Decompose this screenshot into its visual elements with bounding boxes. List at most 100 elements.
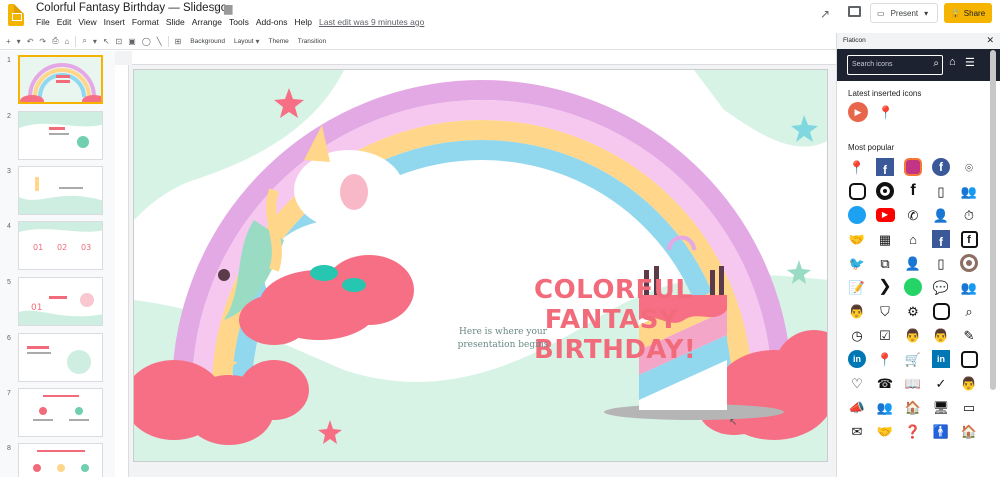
document-title[interactable]: Colorful Fantasy Birthday — Slidesgo [36, 2, 227, 14]
instagram-icon[interactable] [875, 181, 895, 201]
panel-scrollbar[interactable] [990, 50, 996, 390]
slide-thumbnail-4[interactable]: 01 02 03 [18, 221, 103, 270]
zoom-dropdown-icon[interactable]: ▾ [93, 37, 97, 46]
chat-icon[interactable]: 💬 [931, 277, 951, 297]
smartphone-icon[interactable]: ▯ [931, 181, 951, 201]
youtube-icon[interactable]: ▶ [875, 205, 895, 225]
slide-thumbnail-3[interactable] [18, 166, 103, 215]
search-icon[interactable]: ⌕ [933, 58, 939, 69]
monitor-icon[interactable]: 🖥 [931, 397, 951, 417]
man-icon[interactable]: 👨 [959, 373, 979, 393]
instagram-icon[interactable] [959, 349, 979, 369]
question-icon[interactable]: ❓ [903, 421, 923, 441]
syringe-icon[interactable]: ✎ [959, 325, 979, 345]
team-icon[interactable]: 👥 [875, 397, 895, 417]
linkedin-icon[interactable]: in [931, 349, 951, 369]
mail-icon[interactable]: ✉ [847, 421, 867, 441]
home-icon[interactable]: ⌂ [949, 56, 956, 68]
facebook-icon[interactable]: f [903, 181, 923, 201]
person-icon[interactable]: 🚹 [931, 421, 951, 441]
instagram-icon[interactable] [903, 157, 923, 177]
instagram-icon[interactable] [959, 253, 979, 273]
user-icon[interactable]: 👤 [931, 205, 951, 225]
print-icon[interactable]: ⎙ [52, 36, 58, 46]
location-icon[interactable]: ⌾ [959, 157, 979, 177]
comment-icon[interactable] [848, 6, 861, 17]
checklist-icon[interactable]: ☑ [875, 325, 895, 345]
layout-dropdown-icon[interactable]: ▾ [256, 37, 260, 46]
folder-icon[interactable]: ▆ [224, 2, 232, 15]
slide-subtitle[interactable]: Here is where your presentation begins [433, 326, 573, 352]
new-comment-icon[interactable]: ⊞ [175, 37, 182, 46]
facebook-icon[interactable]: f [931, 157, 951, 177]
menu-help[interactable]: Help [295, 17, 312, 27]
menu-view[interactable]: View [78, 17, 96, 27]
redo-icon[interactable]: ↷ [39, 37, 46, 46]
check-icon[interactable]: ✓ [931, 373, 951, 393]
star-icon[interactable]: ☆ [210, 2, 220, 15]
image-icon[interactable]: ▣ [128, 37, 136, 46]
heart-icon[interactable]: ♡ [847, 373, 867, 393]
close-icon[interactable]: ✕ [986, 35, 994, 46]
megaphone-icon[interactable]: 📣 [847, 397, 867, 417]
map-pin-icon[interactable]: 📍 [847, 157, 867, 177]
group-icon[interactable]: 👥 [959, 181, 979, 201]
slides-logo-icon[interactable] [8, 4, 24, 26]
menu-tools[interactable]: Tools [229, 17, 249, 27]
menu-edit[interactable]: Edit [57, 17, 72, 27]
home-icon[interactable]: ⌂ [903, 229, 923, 249]
contract-icon[interactable]: 📝 [847, 277, 867, 297]
telephone-icon[interactable]: ☎ [875, 373, 895, 393]
dropdown-icon[interactable]: ▾ [17, 37, 21, 46]
background-button[interactable]: Background [190, 38, 225, 45]
layout-button[interactable]: Layout [234, 38, 254, 45]
house-icon[interactable]: 🏠 [959, 421, 979, 441]
menu-arrange[interactable]: Arrange [192, 17, 222, 27]
phone-icon[interactable]: ✆ [903, 205, 923, 225]
menu-format[interactable]: Format [132, 17, 159, 27]
zoom-icon[interactable]: ⌕ [82, 36, 86, 46]
house-icon[interactable]: 🏠 [903, 397, 923, 417]
filter-icon[interactable]: ☰ [965, 56, 975, 69]
transition-button[interactable]: Transition [298, 38, 326, 45]
teamwork-icon[interactable]: 👨 [847, 301, 867, 321]
slide-thumbnail-1[interactable] [18, 55, 103, 104]
cart-icon[interactable]: 🛒 [903, 349, 923, 369]
shape-icon[interactable]: ◯ [142, 37, 151, 46]
slide-thumbnail-6[interactable] [18, 333, 103, 382]
instagram-icon[interactable] [847, 181, 867, 201]
paint-format-icon[interactable]: ⌂ [65, 37, 70, 46]
search-icon[interactable]: ⌕ [959, 301, 979, 321]
share-button[interactable]: 🔒 Share [944, 3, 992, 23]
search-input[interactable]: Search icons ⌕ [847, 55, 943, 75]
slide-thumbnail-7[interactable] [18, 388, 103, 437]
slide-thumbnail-8[interactable] [18, 443, 103, 477]
map-pin-icon[interactable]: 📍 [876, 102, 896, 122]
present-button[interactable]: ▭ Present ▾ [870, 3, 938, 23]
chevron-down-icon[interactable]: ▾ [924, 9, 928, 18]
chevron-right-icon[interactable]: ❯ [875, 277, 895, 297]
facebook-icon[interactable]: f [959, 229, 979, 249]
doctor-icon[interactable]: 👨 [931, 325, 951, 345]
add-icon[interactable]: + [6, 37, 11, 46]
presentation-icon[interactable]: ▭ [959, 397, 979, 417]
network-icon[interactable]: ⧉ [875, 253, 895, 273]
text-box-icon[interactable]: ⊡ [116, 37, 123, 46]
instagram-icon[interactable] [931, 301, 951, 321]
theme-button[interactable]: Theme [269, 38, 289, 45]
play-circle-icon[interactable]: ▶ [848, 102, 868, 122]
horizontal-ruler[interactable] [132, 51, 836, 65]
menu-insert[interactable]: Insert [104, 17, 125, 27]
last-edit-link[interactable]: Last edit was 9 minutes ago [319, 17, 424, 27]
whatsapp-icon[interactable] [903, 277, 923, 297]
handshake-icon[interactable]: 🤝 [875, 421, 895, 441]
activity-trend-icon[interactable]: ↗ [820, 7, 830, 21]
shield-icon[interactable]: ⛉ [875, 301, 895, 321]
facebook-icon[interactable]: f [875, 157, 895, 177]
clock-icon[interactable]: ◷ [847, 325, 867, 345]
line-icon[interactable]: ╲ [157, 37, 162, 46]
linkedin-icon[interactable]: in [847, 349, 867, 369]
slide-canvas[interactable]: COLORFUL FANTASY BIRTHDAY! [133, 69, 828, 462]
slide-thumbnail-2[interactable] [18, 111, 103, 160]
book-icon[interactable]: 📖 [903, 373, 923, 393]
